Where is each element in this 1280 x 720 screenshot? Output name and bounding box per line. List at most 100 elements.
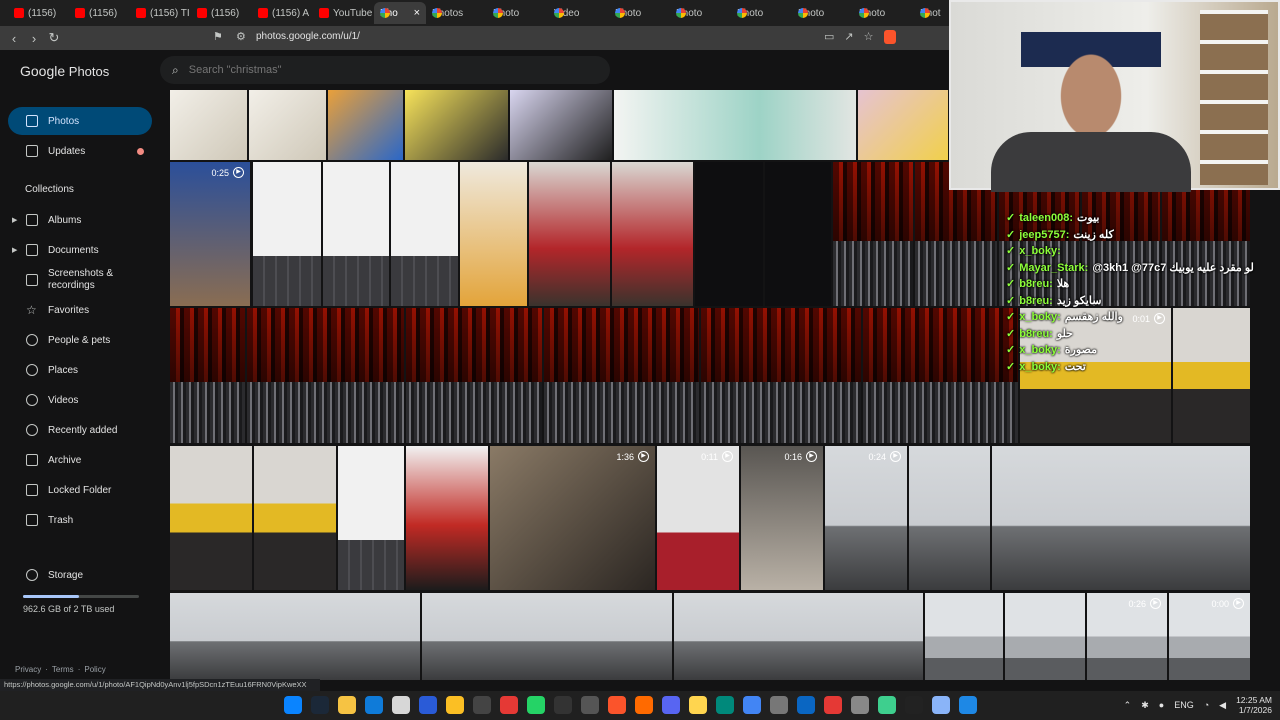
privacy-link[interactable]: Privacy bbox=[15, 665, 41, 674]
browser-tab[interactable]: Photo bbox=[609, 2, 670, 24]
photo-thumbnail[interactable] bbox=[249, 90, 326, 160]
screenshot-thumbnail[interactable] bbox=[695, 162, 763, 306]
photo-thumbnail[interactable] bbox=[406, 446, 488, 590]
mic-icon[interactable]: ● bbox=[1159, 700, 1164, 710]
back-icon[interactable]: ‹ bbox=[4, 31, 24, 46]
mail-icon[interactable] bbox=[419, 696, 437, 714]
brave-shield-icon[interactable] bbox=[883, 30, 896, 44]
app-icon[interactable] bbox=[581, 696, 599, 714]
photo-thumbnail[interactable] bbox=[612, 162, 693, 306]
star-icon[interactable]: ☆ bbox=[864, 30, 874, 44]
screenshot-thumbnail[interactable] bbox=[338, 446, 404, 590]
terminal-icon[interactable] bbox=[905, 696, 923, 714]
video-thumbnail[interactable]: 0:24 ▶ bbox=[825, 446, 907, 590]
search-icon[interactable]: ⌕ bbox=[172, 63, 179, 78]
sidebar-item-videos[interactable]: Videos bbox=[8, 386, 152, 414]
app-icon[interactable] bbox=[635, 696, 653, 714]
cast-icon[interactable]: ▭ bbox=[824, 30, 834, 44]
sidebar-item-recently-added[interactable]: Recently added bbox=[8, 416, 152, 444]
sidebar-item-updates[interactable]: Updates bbox=[8, 137, 152, 165]
screenshot-thumbnail[interactable] bbox=[323, 162, 389, 306]
close-tab-icon[interactable]: × bbox=[414, 7, 420, 19]
settings-gear-icon[interactable] bbox=[851, 696, 869, 714]
start-icon[interactable] bbox=[284, 696, 302, 714]
browser-tab[interactable]: Photos bbox=[426, 2, 487, 24]
browser-tab[interactable]: Pho× bbox=[374, 2, 426, 24]
app-icon[interactable] bbox=[716, 696, 734, 714]
photo-thumbnail[interactable] bbox=[863, 308, 1018, 443]
clock[interactable]: 12:25 AM 1/7/2026 bbox=[1236, 695, 1272, 715]
settings-icon[interactable] bbox=[473, 696, 491, 714]
app-icon[interactable] bbox=[689, 696, 707, 714]
photo-thumbnail[interactable] bbox=[992, 446, 1250, 590]
google-photos-logo[interactable]: Google Photos bbox=[20, 63, 109, 79]
photo-thumbnail[interactable] bbox=[1005, 593, 1085, 680]
expand-caret-icon[interactable]: ▶ bbox=[12, 246, 17, 254]
share-icon[interactable]: ↗ bbox=[844, 30, 853, 44]
browser-tab[interactable]: (1156) A bbox=[252, 2, 313, 24]
browser-tab[interactable]: Photo bbox=[792, 2, 853, 24]
sidebar-item-albums[interactable]: ▶ Albums bbox=[8, 206, 152, 234]
app-icon[interactable] bbox=[500, 696, 518, 714]
sidebar-item-archive[interactable]: Archive bbox=[8, 446, 152, 474]
photo-thumbnail[interactable] bbox=[406, 308, 542, 443]
app-icon[interactable] bbox=[959, 696, 977, 714]
url-field[interactable]: photos.google.com/u/1/ bbox=[256, 31, 360, 42]
photo-thumbnail[interactable] bbox=[909, 446, 990, 590]
chevron-up-icon[interactable]: ⌃ bbox=[1124, 700, 1132, 711]
photo-thumbnail[interactable] bbox=[254, 446, 336, 590]
video-thumbnail[interactable]: 0:00 ▶ bbox=[1169, 593, 1250, 680]
edge-icon[interactable] bbox=[365, 696, 383, 714]
browser-tab[interactable]: Video bbox=[548, 2, 609, 24]
browser-tab[interactable]: (1156) bbox=[8, 2, 69, 24]
screenshot-thumbnail[interactable] bbox=[460, 162, 527, 306]
photo-thumbnail[interactable] bbox=[170, 308, 245, 443]
photo-thumbnail[interactable] bbox=[529, 162, 610, 306]
photo-thumbnail[interactable] bbox=[544, 308, 699, 443]
photo-thumbnail[interactable] bbox=[328, 90, 403, 160]
notion-icon[interactable] bbox=[770, 696, 788, 714]
sidebar-item-people[interactable]: People & pets bbox=[8, 326, 152, 354]
chrome-icon[interactable] bbox=[743, 696, 761, 714]
browser-tab[interactable]: Photo bbox=[487, 2, 548, 24]
photo-thumbnail[interactable] bbox=[614, 90, 856, 160]
app-icon[interactable] bbox=[824, 696, 842, 714]
whatsapp-icon[interactable] bbox=[527, 696, 545, 714]
video-thumbnail[interactable]: 0:16 ▶ bbox=[741, 446, 823, 590]
app-icon[interactable] bbox=[878, 696, 896, 714]
screenshot-thumbnail[interactable] bbox=[253, 162, 321, 306]
photo-thumbnail[interactable] bbox=[170, 593, 420, 680]
photo-thumbnail[interactable] bbox=[510, 90, 612, 160]
browser-tab[interactable]: (1156) bbox=[69, 2, 130, 24]
photo-thumbnail[interactable] bbox=[833, 162, 913, 306]
photo-thumbnail[interactable] bbox=[858, 90, 948, 160]
sidebar-item-documents[interactable]: ▶ Documents bbox=[8, 236, 152, 264]
reload-icon[interactable]: ↻ bbox=[44, 30, 64, 46]
phone-link-icon[interactable] bbox=[554, 696, 572, 714]
photo-thumbnail[interactable] bbox=[925, 593, 1003, 680]
video-thumbnail[interactable]: 1:36 ▶ bbox=[490, 446, 655, 590]
bluetooth-icon[interactable]: ✱ bbox=[1141, 700, 1149, 711]
expand-caret-icon[interactable]: ▶ bbox=[12, 216, 17, 224]
sidebar-item-locked-folder[interactable]: Locked Folder bbox=[8, 476, 152, 504]
search-input[interactable] bbox=[188, 64, 569, 76]
sidebar-item-storage[interactable]: Storage bbox=[8, 561, 152, 589]
forward-icon[interactable]: › bbox=[24, 31, 44, 46]
video-thumbnail[interactable]: 0:25 ▶ bbox=[170, 162, 250, 306]
photo-thumbnail[interactable] bbox=[247, 308, 404, 443]
browser-tab[interactable]: (1156) TI bbox=[130, 2, 191, 24]
policy-link[interactable]: Policy bbox=[84, 665, 105, 674]
terms-link[interactable]: Terms bbox=[52, 665, 74, 674]
volume-icon[interactable]: ◀ bbox=[1219, 700, 1226, 711]
sidebar-item-places[interactable]: Places bbox=[8, 356, 152, 384]
file-explorer-icon[interactable] bbox=[338, 696, 356, 714]
photo-thumbnail[interactable] bbox=[674, 593, 923, 680]
wifi-icon[interactable]: ◔ bbox=[1204, 700, 1209, 710]
language-indicator[interactable]: ENG bbox=[1174, 700, 1194, 710]
photo-thumbnail[interactable] bbox=[405, 90, 508, 160]
photo-thumbnail[interactable] bbox=[701, 308, 861, 443]
app-icon[interactable] bbox=[932, 696, 950, 714]
browser-tab[interactable]: Photo bbox=[853, 2, 914, 24]
site-info-icon[interactable]: ⚙ bbox=[236, 30, 246, 43]
search-bar[interactable]: ⌕ bbox=[160, 56, 610, 84]
